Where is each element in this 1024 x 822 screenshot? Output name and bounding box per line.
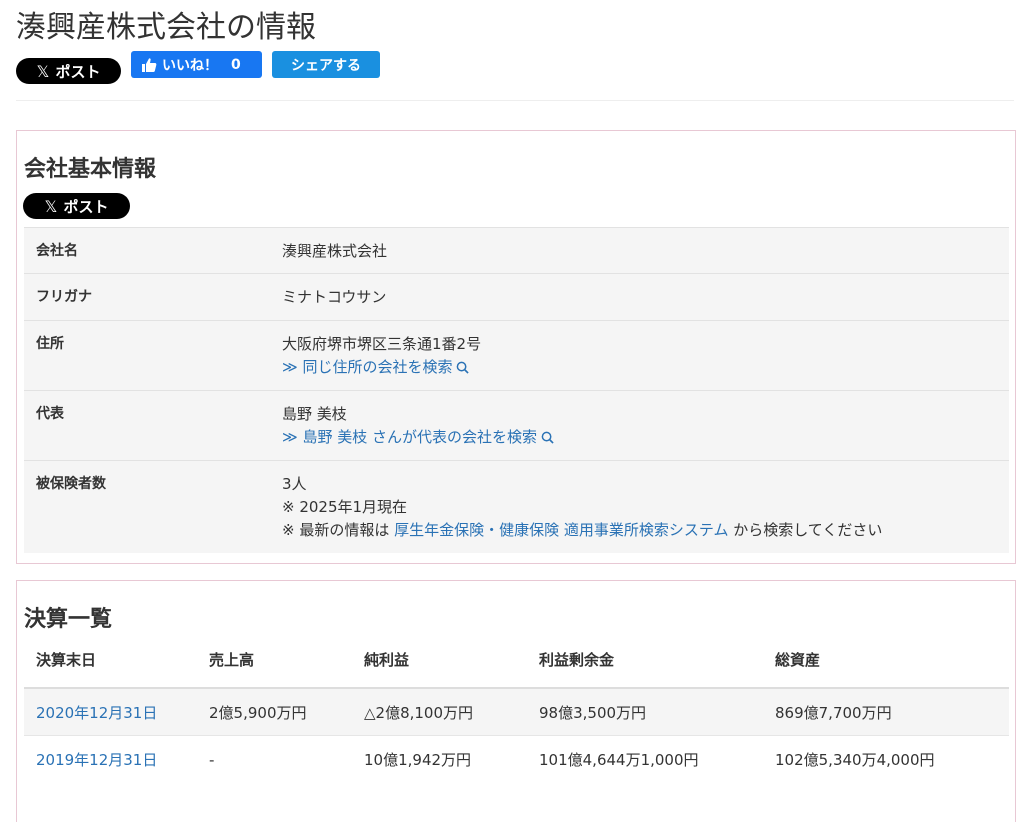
pension-search-system-link[interactable]: 厚生年金保険・健康保険 適用事業所検索システム <box>394 521 728 539</box>
x-logo-icon: 𝕏 <box>44 196 58 216</box>
facebook-like-button[interactable]: いいね！ 0 <box>131 51 262 78</box>
table-row: 2019年12月31日 - 10億1,942万円 101億4,644万1,000… <box>24 736 1009 783</box>
same-address-search-link[interactable]: ≫ 同じ住所の会社を検索 <box>282 356 452 379</box>
info-value: 大阪府堺市堺区三条通1番2号 <box>282 335 482 353</box>
net-income-cell: 10億1,942万円 <box>364 751 472 769</box>
x-post-button[interactable]: 𝕏 ポスト <box>16 58 121 84</box>
info-value: 湊興産株式会社 <box>282 242 388 260</box>
financials-table: 決算末日 売上高 純利益 利益剰余金 総資産 2020年12月31日 2億5,9… <box>24 649 1009 783</box>
info-label: フリガナ <box>36 289 92 305</box>
info-value: 3人 <box>282 475 307 493</box>
info-value: 島野 美枝 <box>282 405 347 423</box>
thumbs-up-icon <box>142 57 157 72</box>
info-note-latest: ※ 最新の情報は 厚生年金保険・健康保険 適用事業所検索システム から検索してく… <box>282 521 883 539</box>
financials-title: 決算一覧 <box>24 607 113 632</box>
x-post-label: ポスト <box>55 62 101 81</box>
x-post-button-secondary[interactable]: 𝕏 ポスト <box>23 193 130 219</box>
facebook-like-count: 0 <box>231 56 241 73</box>
total-assets-cell: 102億5,340万4,000円 <box>775 751 935 769</box>
x-post-label: ポスト <box>63 197 109 216</box>
info-row-representative: 代表 島野 美枝 ≫ 島野 美枝 さんが代表の会社を検索 <box>24 390 1009 460</box>
sales-cell: 2億5,900万円 <box>209 703 307 722</box>
info-value: ミナトコウサン <box>282 288 387 306</box>
info-row-furigana: フリガナ ミナトコウサン <box>24 273 1009 320</box>
x-logo-icon: 𝕏 <box>36 61 50 81</box>
fiscal-date-link[interactable]: 2020年12月31日 <box>24 702 209 723</box>
sales-cell: - <box>209 750 215 769</box>
header-total-assets: 総資産 <box>775 651 821 669</box>
info-label: 被保険者数 <box>36 476 106 492</box>
info-row-company-name: 会社名 湊興産株式会社 <box>24 227 1009 273</box>
page-title: 湊興産株式会社の情報 <box>16 10 316 45</box>
company-info-title: 会社基本情報 <box>24 157 157 182</box>
facebook-like-label: いいね！ <box>162 57 218 74</box>
search-icon[interactable] <box>541 431 554 444</box>
search-icon[interactable] <box>456 361 470 374</box>
info-row-address: 住所 大阪府堺市堺区三条通1番2号 ≫ 同じ住所の会社を検索 <box>24 320 1009 390</box>
representative-search-link[interactable]: ≫ 島野 美枝 さんが代表の会社を検索 <box>282 426 537 449</box>
header-fiscal-end: 決算末日 <box>36 651 97 669</box>
info-label: 会社名 <box>36 243 78 259</box>
total-assets-cell: 869億7,700万円 <box>775 703 892 722</box>
header-net-income: 純利益 <box>364 651 410 669</box>
retained-earnings-cell: 98億3,500万円 <box>539 703 647 722</box>
header-sales: 売上高 <box>209 651 255 669</box>
financials-header-row: 決算末日 売上高 純利益 利益剰余金 総資産 <box>24 649 1009 689</box>
company-info-table: 会社名 湊興産株式会社 フリガナ ミナトコウサン 住所 大阪府堺市堺区三条通1番… <box>24 227 1009 553</box>
info-row-insured-count: 被保険者数 3人 ※ 2025年1月現在 ※ 最新の情報は 厚生年金保険・健康保… <box>24 460 1009 553</box>
info-note-date: ※ 2025年1月現在 <box>282 498 408 516</box>
share-button[interactable]: シェアする <box>272 51 380 78</box>
table-row: 2020年12月31日 2億5,900万円 △2億8,100万円 98億3,50… <box>24 689 1009 736</box>
info-label: 住所 <box>36 336 64 352</box>
retained-earnings-cell: 101億4,644万1,000円 <box>539 751 699 769</box>
info-label: 代表 <box>36 406 64 422</box>
financials-panel: 決算一覧 決算末日 売上高 純利益 利益剰余金 総資産 2020年12月31日 … <box>16 580 1016 822</box>
fiscal-date-link[interactable]: 2019年12月31日 <box>24 749 209 770</box>
company-info-panel: 会社基本情報 𝕏 ポスト 会社名 湊興産株式会社 フリガナ ミナトコウサン 住所… <box>16 130 1016 564</box>
header-retained-earnings: 利益剰余金 <box>539 651 615 669</box>
net-income-cell: △2億8,100万円 <box>364 703 474 722</box>
divider <box>16 100 1014 101</box>
